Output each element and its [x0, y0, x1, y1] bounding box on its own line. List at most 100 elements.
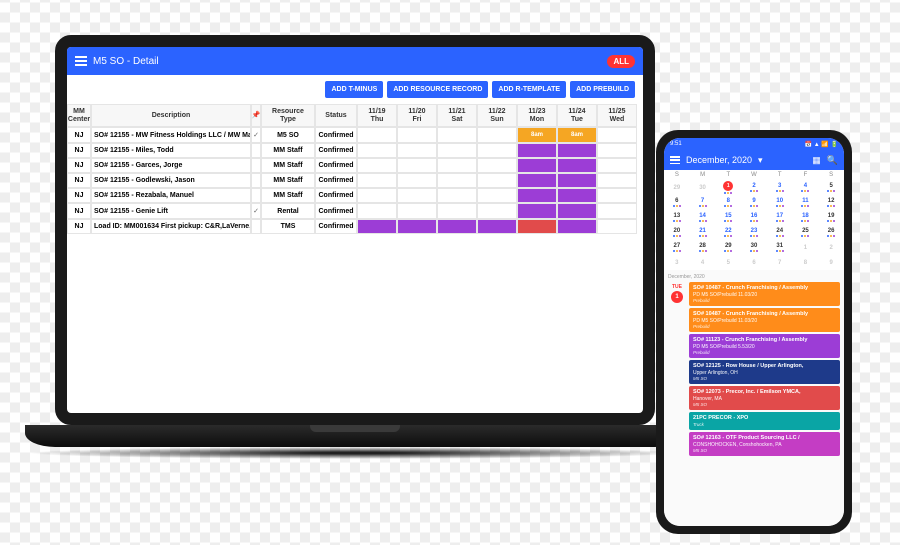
cell[interactable]	[557, 158, 597, 173]
cell[interactable]	[557, 143, 597, 158]
cell[interactable]: NJ	[67, 127, 91, 143]
calendar-day[interactable]: 20	[664, 225, 690, 240]
cell[interactable]	[437, 127, 477, 143]
agenda-card[interactable]: SO# 11123 - Crunch Franchising / Assembl…	[689, 334, 840, 358]
cell[interactable]	[477, 173, 517, 188]
cell[interactable]	[251, 203, 261, 219]
cell[interactable]	[251, 127, 261, 143]
agenda-card[interactable]: SO# 10487 - Crunch Franchising / Assembl…	[689, 282, 840, 306]
cell[interactable]: Rental	[261, 203, 315, 219]
calendar-day[interactable]: 7	[767, 255, 793, 270]
cell[interactable]: Load ID: MM001634 First pickup: C&R,LaVe…	[91, 219, 251, 234]
phone-menu-icon[interactable]	[670, 156, 680, 164]
calendar-day[interactable]: 10	[767, 195, 793, 210]
cell[interactable]: Confirmed	[315, 203, 357, 219]
toolbar-btn-3[interactable]: ADD PREBUILD	[570, 81, 635, 98]
all-badge[interactable]: ALL	[607, 55, 635, 68]
calendar-day[interactable]: 23	[741, 225, 767, 240]
cell[interactable]: MM Staff	[261, 173, 315, 188]
calendar-day[interactable]: 17	[767, 210, 793, 225]
calendar-day[interactable]: 28	[690, 240, 716, 255]
cell[interactable]: Confirmed	[315, 143, 357, 158]
cell[interactable]	[357, 188, 397, 203]
cell[interactable]: Confirmed	[315, 127, 357, 143]
cell[interactable]: Confirmed	[315, 158, 357, 173]
calendar-day[interactable]: 6	[741, 255, 767, 270]
cell[interactable]	[357, 143, 397, 158]
cell[interactable]	[437, 219, 477, 234]
cell[interactable]	[557, 219, 597, 234]
cell[interactable]	[437, 188, 477, 203]
cell[interactable]	[597, 188, 637, 203]
cell[interactable]	[251, 158, 261, 173]
agenda-list[interactable]: December, 2020 TUE 1 SO# 10487 - Crunch …	[664, 270, 844, 526]
calendar-day[interactable]: 26	[818, 225, 844, 240]
cell[interactable]	[357, 203, 397, 219]
calendar-day[interactable]: 18	[793, 210, 819, 225]
cell[interactable]	[597, 143, 637, 158]
cell[interactable]	[477, 188, 517, 203]
cell[interactable]	[357, 127, 397, 143]
cell[interactable]	[251, 188, 261, 203]
cell[interactable]: M5 SO	[261, 127, 315, 143]
calendar-day[interactable]: 1	[715, 180, 741, 195]
toolbar-btn-2[interactable]: ADD R-TEMPLATE	[492, 81, 566, 98]
agenda-card[interactable]: 21PC PRECOR - XPOTruck	[689, 412, 840, 430]
menu-icon[interactable]	[75, 56, 87, 66]
calendar-day[interactable]: 12	[818, 195, 844, 210]
cell[interactable]	[477, 158, 517, 173]
calendar-day[interactable]: 27	[664, 240, 690, 255]
cell[interactable]: SO# 12155 - Rezabala, Manuel	[91, 188, 251, 203]
chevron-down-icon[interactable]: ▾	[758, 155, 763, 166]
cell[interactable]: NJ	[67, 158, 91, 173]
cell[interactable]	[397, 188, 437, 203]
cell[interactable]	[397, 219, 437, 234]
cell[interactable]	[597, 158, 637, 173]
calendar-day[interactable]: 13	[664, 210, 690, 225]
calendar-day[interactable]: 1	[793, 240, 819, 255]
cell[interactable]: SO# 12155 - Garces, Jorge	[91, 158, 251, 173]
calendar-day[interactable]: 29	[664, 180, 690, 195]
calendar-day[interactable]: 9	[818, 255, 844, 270]
calendar-day[interactable]: 11	[793, 195, 819, 210]
cell[interactable]	[517, 173, 557, 188]
calendar-day[interactable]: 15	[715, 210, 741, 225]
cell[interactable]: 8am	[557, 127, 597, 143]
cell[interactable]	[397, 203, 437, 219]
cell[interactable]	[437, 143, 477, 158]
cell[interactable]	[597, 173, 637, 188]
agenda-card[interactable]: SO# 12073 - Precor, Inc. / Emilson YMCA,…	[689, 386, 840, 410]
calendar-day[interactable]: 30	[741, 240, 767, 255]
cell[interactable]	[597, 219, 637, 234]
calendar-day[interactable]: 3	[767, 180, 793, 195]
cell[interactable]: SO# 12155 - MW Fitness Holdings LLC / MW…	[91, 127, 251, 143]
cell[interactable]	[357, 173, 397, 188]
calendar-day[interactable]: 14	[690, 210, 716, 225]
calendar-day[interactable]: 30	[690, 180, 716, 195]
cell[interactable]	[397, 173, 437, 188]
calendar-day[interactable]: 24	[767, 225, 793, 240]
cell[interactable]: SO# 12155 - Genie Lift	[91, 203, 251, 219]
cell[interactable]: NJ	[67, 203, 91, 219]
cell[interactable]	[597, 127, 637, 143]
cell[interactable]: MM Staff	[261, 158, 315, 173]
calendar-day[interactable]: 7	[690, 195, 716, 210]
cell[interactable]	[437, 173, 477, 188]
calendar-day[interactable]: 16	[741, 210, 767, 225]
cell[interactable]: Confirmed	[315, 188, 357, 203]
cell[interactable]: MM Staff	[261, 143, 315, 158]
cell[interactable]	[517, 219, 557, 234]
cell[interactable]	[397, 127, 437, 143]
agenda-card[interactable]: SO# 12163 - OTF Product Sourcing LLC /CO…	[689, 432, 840, 456]
calendar-grid[interactable]: 2930123456789101112131415161718192021222…	[664, 180, 844, 270]
calendar-day[interactable]: 3	[664, 255, 690, 270]
cell[interactable]	[397, 158, 437, 173]
cell[interactable]	[477, 127, 517, 143]
cell[interactable]	[357, 158, 397, 173]
calendar-day[interactable]: 8	[715, 195, 741, 210]
cell[interactable]	[477, 143, 517, 158]
calendar-day[interactable]: 31	[767, 240, 793, 255]
calendar-day[interactable]: 25	[793, 225, 819, 240]
agenda-card[interactable]: SO# 10487 - Crunch Franchising / Assembl…	[689, 308, 840, 332]
cell[interactable]	[517, 158, 557, 173]
